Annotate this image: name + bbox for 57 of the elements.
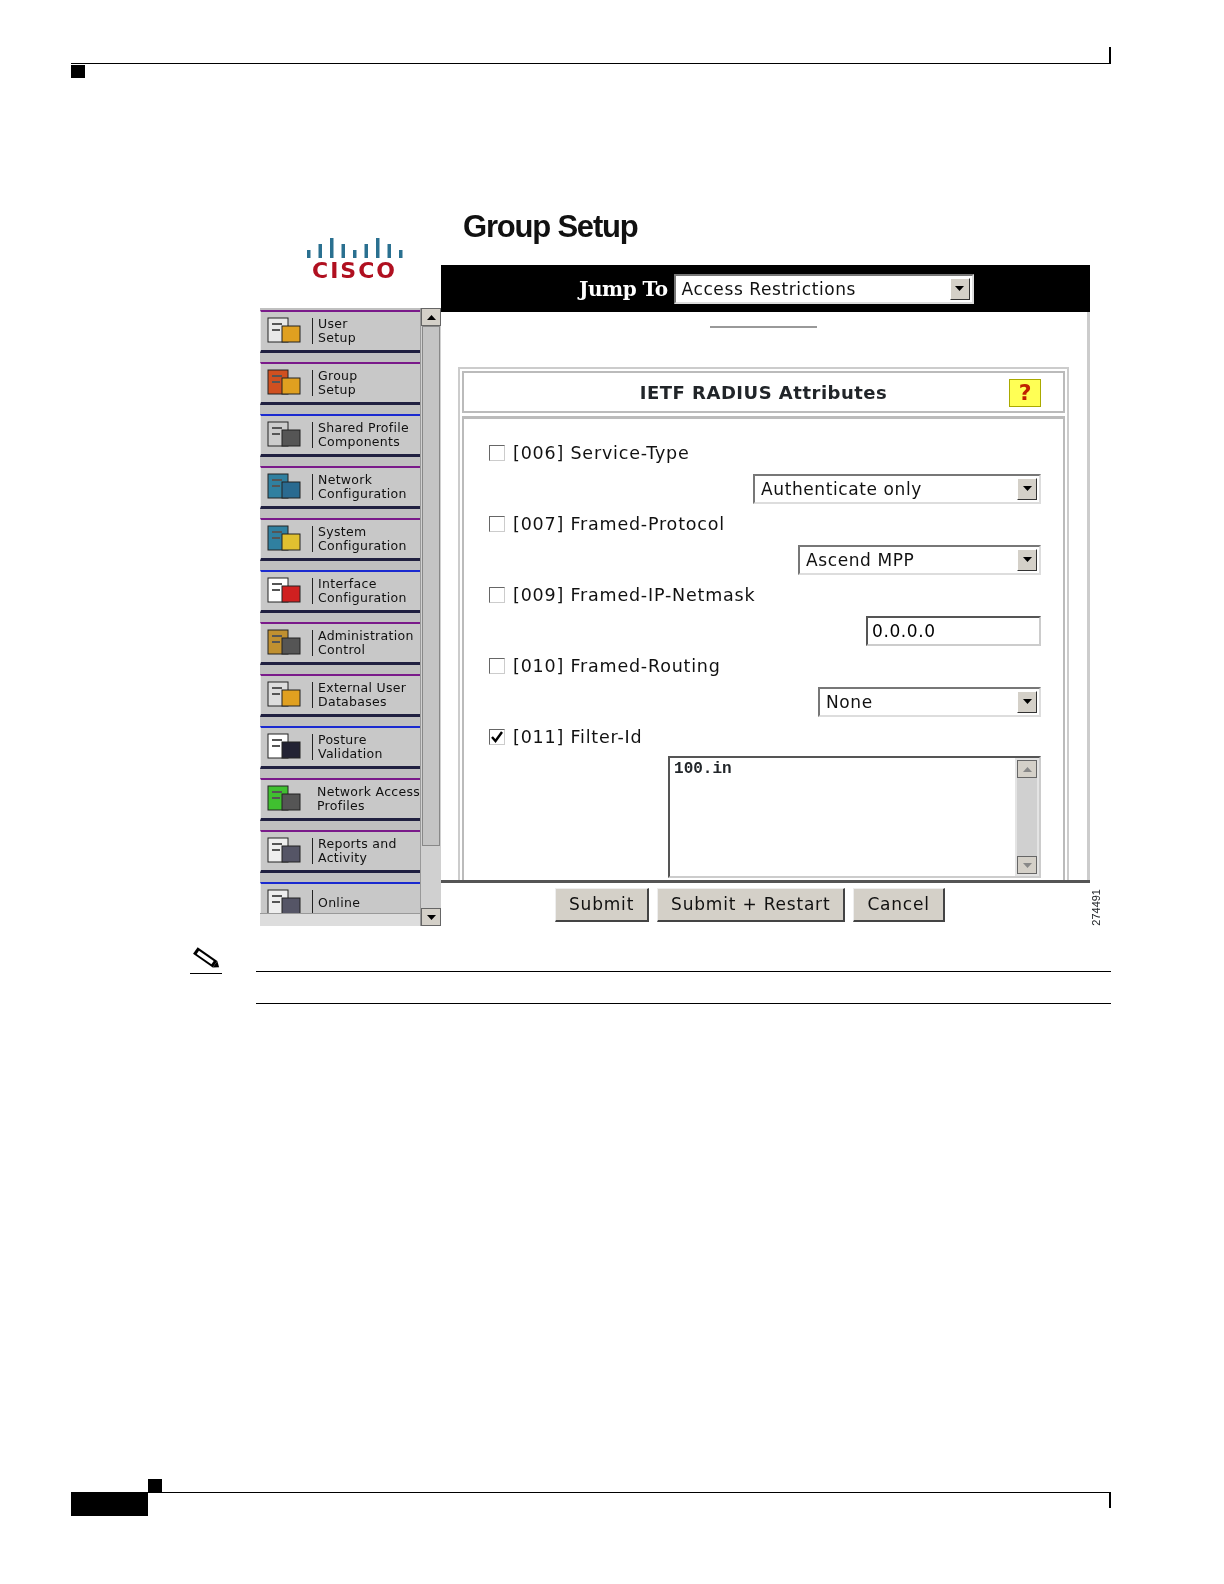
scroll-up-icon[interactable] xyxy=(426,314,436,320)
nav-button[interactable]: Network Access Profiles xyxy=(260,778,420,821)
nav-label: Online xyxy=(318,896,361,910)
scroll-down-icon[interactable] xyxy=(426,914,436,920)
dropdown-caret-icon[interactable] xyxy=(955,286,965,291)
checkbox[interactable] xyxy=(489,658,505,674)
dropdown-caret-icon[interactable] xyxy=(1022,699,1032,704)
dropdown-caret-icon[interactable] xyxy=(1022,486,1032,491)
logo-text: CISCO xyxy=(312,260,397,282)
jump-to-dropdown[interactable]: Access Restrictions xyxy=(673,273,974,304)
nav-label: Posture Validation xyxy=(318,733,383,761)
nav-button[interactable]: Online xyxy=(260,882,420,913)
nav-label: Reports and Activity xyxy=(318,837,397,865)
logo-bars-icon xyxy=(304,236,405,260)
form-button[interactable]: Submit + Restart xyxy=(657,887,846,922)
nav-button[interactable]: System Configuration xyxy=(260,518,420,561)
nav-label: Group Setup xyxy=(318,369,358,397)
jump-to-label: Jump To xyxy=(579,276,668,301)
checkbox[interactable] xyxy=(489,729,505,745)
page-title: Group Setup xyxy=(462,208,639,246)
attribute-label: [011] Filter-Id xyxy=(513,727,643,747)
nav-label: System Configuration xyxy=(318,525,407,553)
form-button[interactable]: Cancel xyxy=(853,887,945,922)
form-button[interactable]: Submit xyxy=(555,887,650,922)
nav-label: Network Configuration xyxy=(318,473,407,501)
nav-label: Administration Control xyxy=(318,629,414,657)
nav-button[interactable]: Administration Control xyxy=(260,622,420,665)
checkbox[interactable] xyxy=(489,587,505,603)
filter-textarea[interactable]: 100.in xyxy=(668,756,1042,878)
nav-button[interactable]: External User Databases xyxy=(260,674,420,717)
panel-title: IETF RADIUS Attributes xyxy=(639,381,888,403)
checkbox[interactable] xyxy=(489,445,505,461)
attribute-label: [007] Framed-Protocol xyxy=(513,514,725,534)
help-icon[interactable]: ? xyxy=(1009,379,1042,407)
nav-button[interactable]: Network Configuration xyxy=(260,466,420,509)
nav-label: Network Access Profiles xyxy=(317,785,420,813)
checkbox[interactable] xyxy=(489,516,505,532)
note-icon xyxy=(190,946,222,974)
nav-button[interactable]: Shared Profile Components xyxy=(260,414,420,457)
nav-button[interactable]: Reports and Activity xyxy=(260,830,420,873)
nav-label: Interface Configuration xyxy=(318,577,407,605)
nav-button[interactable]: User Setup xyxy=(260,310,420,353)
nav-button[interactable]: Posture Validation xyxy=(260,726,420,769)
nav-button[interactable]: Interface Configuration xyxy=(260,570,420,613)
nav-label: Shared Profile Components xyxy=(318,421,410,449)
attribute-dropdown[interactable]: Authenticate only xyxy=(753,473,1042,504)
nav-label: User Setup xyxy=(318,317,356,345)
nav-label: External User Databases xyxy=(318,681,407,709)
dropdown-caret-icon[interactable] xyxy=(1022,557,1032,562)
attribute-label: [006] Service-Type xyxy=(513,443,690,463)
nav-button[interactable]: Group Setup xyxy=(260,362,420,405)
attribute-label: [010] Framed-Routing xyxy=(513,656,721,676)
attribute-field[interactable]: 0.0.0.0 xyxy=(866,615,1042,646)
figure-number: 274491 xyxy=(1090,889,1103,926)
attribute-dropdown[interactable]: Ascend MPP xyxy=(798,544,1042,575)
attribute-dropdown[interactable]: None xyxy=(818,686,1042,717)
attribute-label: [009] Framed-IP-Netmask xyxy=(513,585,756,605)
